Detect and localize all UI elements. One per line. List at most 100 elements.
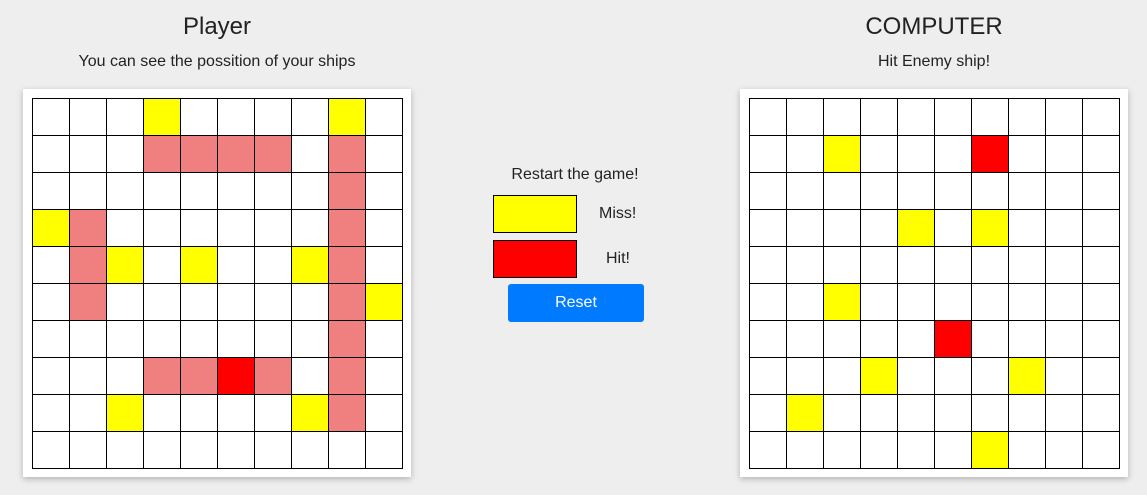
computer-cell-empty[interactable] <box>750 284 787 321</box>
computer-cell-empty[interactable] <box>1083 432 1120 469</box>
computer-cell-miss[interactable] <box>972 432 1009 469</box>
computer-cell-empty[interactable] <box>1083 284 1120 321</box>
computer-cell-empty[interactable] <box>1046 358 1083 395</box>
computer-cell-empty[interactable] <box>1009 395 1046 432</box>
computer-cell-empty[interactable] <box>750 99 787 136</box>
computer-cell-hit[interactable] <box>935 321 972 358</box>
computer-cell-empty[interactable] <box>787 284 824 321</box>
computer-cell-empty[interactable] <box>1009 99 1046 136</box>
computer-cell-empty[interactable] <box>898 99 935 136</box>
computer-cell-empty[interactable] <box>935 432 972 469</box>
computer-cell-empty[interactable] <box>787 173 824 210</box>
computer-cell-empty[interactable] <box>824 321 861 358</box>
computer-cell-empty[interactable] <box>972 395 1009 432</box>
computer-cell-empty[interactable] <box>861 432 898 469</box>
computer-cell-empty[interactable] <box>935 358 972 395</box>
computer-cell-miss[interactable] <box>861 358 898 395</box>
computer-cell-empty[interactable] <box>787 358 824 395</box>
computer-cell-empty[interactable] <box>824 395 861 432</box>
computer-cell-hit[interactable] <box>972 136 1009 173</box>
computer-cell-empty[interactable] <box>898 358 935 395</box>
computer-cell-empty[interactable] <box>824 173 861 210</box>
computer-cell-miss[interactable] <box>898 210 935 247</box>
computer-cell-empty[interactable] <box>1009 247 1046 284</box>
computer-cell-empty[interactable] <box>898 432 935 469</box>
computer-cell-empty[interactable] <box>787 247 824 284</box>
computer-cell-empty[interactable] <box>898 284 935 321</box>
computer-cell-empty[interactable] <box>935 284 972 321</box>
computer-cell-empty[interactable] <box>972 173 1009 210</box>
computer-cell-empty[interactable] <box>750 432 787 469</box>
computer-cell-empty[interactable] <box>972 99 1009 136</box>
computer-cell-empty[interactable] <box>787 432 824 469</box>
computer-cell-empty[interactable] <box>1083 173 1120 210</box>
computer-cell-empty[interactable] <box>1046 136 1083 173</box>
computer-cell-empty[interactable] <box>750 395 787 432</box>
computer-cell-empty[interactable] <box>787 210 824 247</box>
computer-cell-empty[interactable] <box>1009 321 1046 358</box>
computer-cell-empty[interactable] <box>861 321 898 358</box>
computer-cell-empty[interactable] <box>824 210 861 247</box>
computer-cell-empty[interactable] <box>750 321 787 358</box>
computer-cell-empty[interactable] <box>861 284 898 321</box>
computer-cell-empty[interactable] <box>824 358 861 395</box>
computer-cell-empty[interactable] <box>1083 210 1120 247</box>
computer-cell-empty[interactable] <box>1083 99 1120 136</box>
computer-cell-empty[interactable] <box>898 173 935 210</box>
computer-cell-empty[interactable] <box>1009 136 1046 173</box>
computer-cell-empty[interactable] <box>750 173 787 210</box>
computer-cell-miss[interactable] <box>824 136 861 173</box>
computer-cell-empty[interactable] <box>935 99 972 136</box>
computer-cell-empty[interactable] <box>1046 321 1083 358</box>
computer-cell-empty[interactable] <box>1009 210 1046 247</box>
computer-cell-empty[interactable] <box>861 99 898 136</box>
computer-cell-empty[interactable] <box>972 321 1009 358</box>
computer-cell-miss[interactable] <box>824 284 861 321</box>
computer-cell-empty[interactable] <box>935 173 972 210</box>
computer-cell-empty[interactable] <box>1046 173 1083 210</box>
computer-cell-empty[interactable] <box>787 136 824 173</box>
computer-cell-miss[interactable] <box>972 210 1009 247</box>
computer-cell-empty[interactable] <box>750 136 787 173</box>
computer-cell-empty[interactable] <box>1083 136 1120 173</box>
computer-cell-empty[interactable] <box>898 247 935 284</box>
computer-cell-empty[interactable] <box>861 395 898 432</box>
computer-cell-empty[interactable] <box>1083 358 1120 395</box>
computer-cell-empty[interactable] <box>972 284 1009 321</box>
computer-cell-empty[interactable] <box>935 247 972 284</box>
computer-cell-miss[interactable] <box>1009 358 1046 395</box>
computer-cell-miss[interactable] <box>787 395 824 432</box>
computer-cell-empty[interactable] <box>1046 210 1083 247</box>
computer-cell-empty[interactable] <box>1046 247 1083 284</box>
computer-cell-empty[interactable] <box>824 247 861 284</box>
computer-cell-empty[interactable] <box>861 247 898 284</box>
computer-cell-empty[interactable] <box>750 210 787 247</box>
computer-cell-empty[interactable] <box>898 321 935 358</box>
computer-cell-empty[interactable] <box>824 432 861 469</box>
computer-cell-empty[interactable] <box>787 321 824 358</box>
computer-cell-empty[interactable] <box>1046 284 1083 321</box>
computer-cell-empty[interactable] <box>898 395 935 432</box>
computer-cell-empty[interactable] <box>1083 247 1120 284</box>
computer-cell-empty[interactable] <box>824 99 861 136</box>
computer-cell-empty[interactable] <box>1009 432 1046 469</box>
computer-cell-empty[interactable] <box>935 136 972 173</box>
computer-cell-empty[interactable] <box>1046 99 1083 136</box>
computer-cell-empty[interactable] <box>750 247 787 284</box>
computer-cell-empty[interactable] <box>935 395 972 432</box>
computer-cell-empty[interactable] <box>750 358 787 395</box>
computer-cell-empty[interactable] <box>1009 173 1046 210</box>
reset-button[interactable]: Reset <box>508 284 644 322</box>
computer-cell-empty[interactable] <box>861 173 898 210</box>
computer-cell-empty[interactable] <box>1083 395 1120 432</box>
computer-cell-empty[interactable] <box>1046 395 1083 432</box>
computer-cell-empty[interactable] <box>787 99 824 136</box>
computer-cell-empty[interactable] <box>1009 284 1046 321</box>
computer-cell-empty[interactable] <box>972 358 1009 395</box>
computer-cell-empty[interactable] <box>898 136 935 173</box>
computer-cell-empty[interactable] <box>972 247 1009 284</box>
computer-cell-empty[interactable] <box>861 210 898 247</box>
computer-cell-empty[interactable] <box>861 136 898 173</box>
computer-cell-empty[interactable] <box>1046 432 1083 469</box>
computer-cell-empty[interactable] <box>935 210 972 247</box>
